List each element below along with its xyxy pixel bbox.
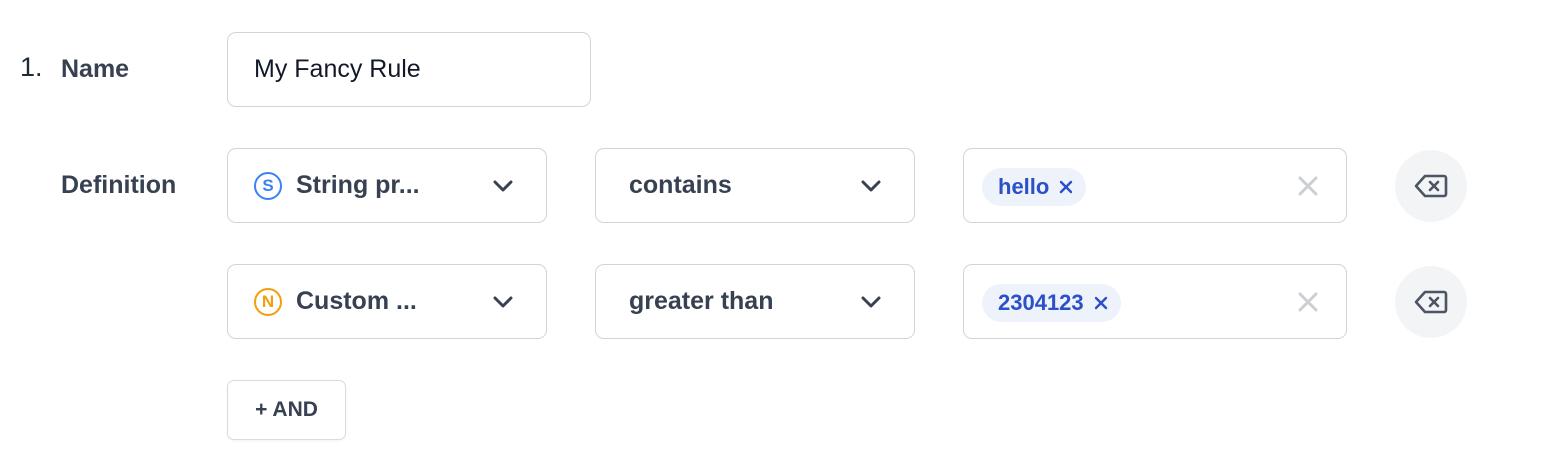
chevron-down-icon — [861, 296, 881, 307]
clear-icon[interactable] — [1297, 175, 1319, 197]
definition-label: Definition — [61, 171, 177, 199]
rule-name-input[interactable] — [227, 32, 591, 107]
operator-select[interactable]: contains — [595, 148, 915, 223]
backspace-icon — [1414, 290, 1448, 314]
name-label: Name — [61, 55, 130, 83]
chevron-down-icon — [493, 180, 513, 191]
close-icon[interactable] — [1093, 295, 1109, 311]
backspace-icon — [1414, 174, 1448, 198]
rule-number: 1. — [20, 52, 43, 82]
delete-condition-button[interactable] — [1395, 266, 1467, 338]
value-input[interactable]: 2304123 — [963, 264, 1347, 339]
delete-condition-button[interactable] — [1395, 150, 1467, 222]
value-chip[interactable]: hello — [982, 168, 1087, 206]
property-select-label: String pr... — [296, 171, 420, 199]
value-chip-label: 2304123 — [998, 290, 1084, 315]
value-input[interactable]: hello — [963, 148, 1347, 223]
chevron-down-icon — [493, 296, 513, 307]
value-chip-label: hello — [998, 174, 1050, 199]
value-chip[interactable]: 2304123 — [982, 284, 1121, 322]
string-type-icon: S — [254, 171, 282, 200]
property-select[interactable]: S String pr... — [227, 148, 547, 223]
property-select[interactable]: N Custom ... — [227, 264, 547, 339]
add-and-condition-button[interactable]: + AND — [227, 380, 346, 440]
operator-select-label: contains — [629, 171, 732, 199]
operator-select[interactable]: greater than — [595, 264, 915, 339]
operator-select-label: greater than — [629, 287, 774, 315]
close-icon[interactable] — [1058, 179, 1074, 195]
property-select-label: Custom ... — [296, 287, 417, 315]
number-type-icon: N — [254, 287, 282, 316]
clear-icon[interactable] — [1297, 291, 1319, 313]
chevron-down-icon — [861, 180, 881, 191]
